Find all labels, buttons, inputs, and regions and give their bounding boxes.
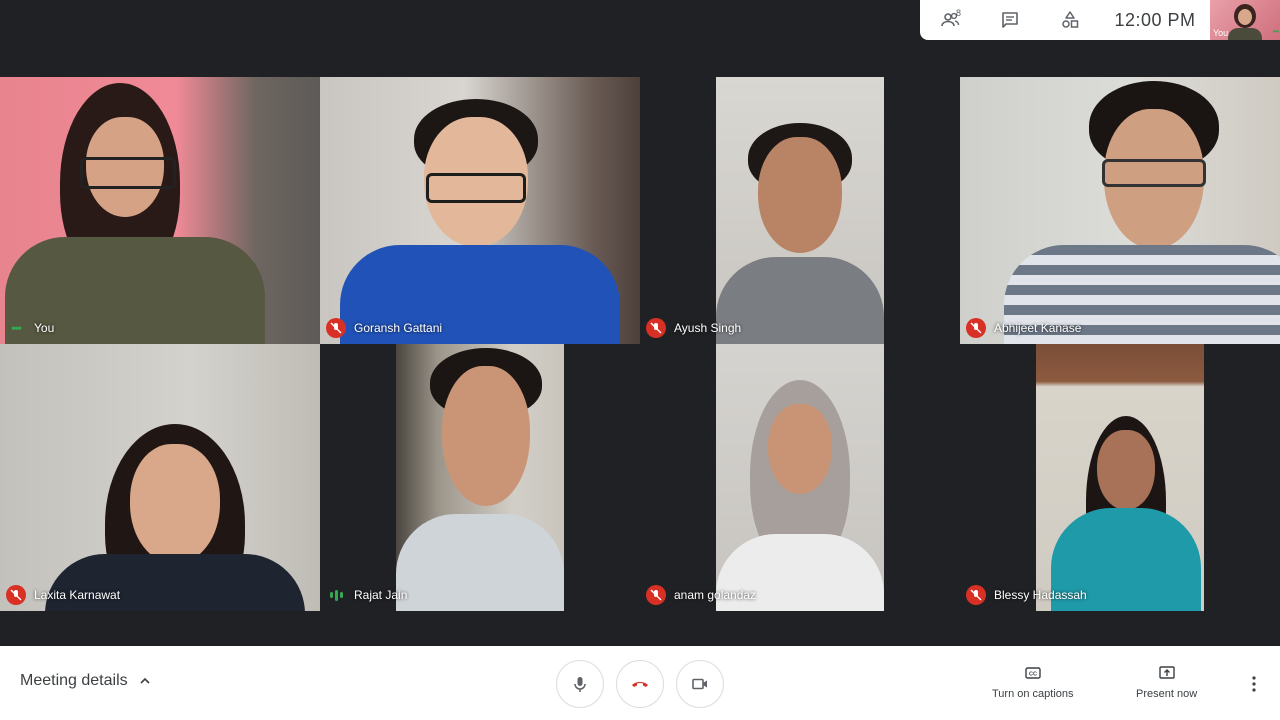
captions-label: Turn on captions bbox=[992, 688, 1074, 700]
present-now-label: Present now bbox=[1136, 688, 1198, 700]
participant-name: Blessy Hadassah bbox=[994, 588, 1087, 602]
participant-tile-goransh[interactable]: Goransh Gattani bbox=[320, 77, 640, 344]
participant-name: Laxita Karnawat bbox=[34, 588, 121, 602]
people-button[interactable]: 8 bbox=[920, 0, 980, 40]
participant-tile-abhijeet[interactable]: Abhijeet Kanase bbox=[960, 77, 1280, 344]
meeting-info-bar: 8 12:00 PM You ••• bbox=[920, 0, 1280, 40]
mic-off-icon bbox=[6, 585, 26, 605]
chat-button[interactable] bbox=[980, 0, 1040, 40]
more-options-button[interactable] bbox=[1242, 672, 1266, 696]
name-label-row: Blessy Hadassah bbox=[966, 585, 1087, 605]
present-screen-icon bbox=[1158, 666, 1175, 679]
participant-name: Abhijeet Kanase bbox=[994, 321, 1082, 335]
mic-off-icon bbox=[646, 318, 666, 338]
name-label-row: ••• You bbox=[6, 318, 54, 338]
self-view-label: You bbox=[1213, 28, 1229, 38]
microphone-button[interactable] bbox=[556, 660, 604, 708]
name-label-row: Rajat Jain bbox=[326, 585, 407, 605]
video-stage: ••• You Goransh Gattani Ayush Singh Abhi… bbox=[0, 0, 1280, 646]
activities-icon bbox=[1062, 11, 1079, 28]
svg-text:CC: CC bbox=[1029, 672, 1037, 678]
speaking-dots-icon: ••• bbox=[11, 321, 22, 335]
mic-off-icon bbox=[326, 318, 346, 338]
camera-button[interactable] bbox=[676, 660, 724, 708]
speaking-bars-icon bbox=[326, 585, 346, 605]
participant-video bbox=[442, 366, 530, 506]
participant-name: Rajat Jain bbox=[354, 588, 408, 602]
participant-tile-blessy[interactable]: Blessy Hadassah bbox=[960, 344, 1280, 611]
participant-tile-rajat[interactable]: Rajat Jain bbox=[320, 344, 640, 611]
mic-off-icon bbox=[646, 585, 666, 605]
closed-captions-icon: CC bbox=[1025, 667, 1041, 679]
mic-off-icon bbox=[966, 318, 986, 338]
name-label-row: Abhijeet Kanase bbox=[966, 318, 1081, 338]
name-label-row: Laxita Karnawat bbox=[6, 585, 120, 605]
present-now-button[interactable]: Present now bbox=[1136, 664, 1197, 700]
speaking-dots-icon: ••• bbox=[1272, 27, 1279, 36]
people-count-badge: 8 bbox=[956, 8, 962, 18]
participant-tile-anam[interactable]: anam golandaz bbox=[640, 344, 960, 611]
participant-tile-you[interactable]: ••• You bbox=[0, 77, 320, 344]
participant-tile-laxita[interactable]: Laxita Karnawat bbox=[0, 344, 320, 611]
participant-tile-ayush[interactable]: Ayush Singh bbox=[640, 77, 960, 344]
chevron-up-icon bbox=[140, 677, 150, 684]
self-view-thumbnail[interactable]: You ••• bbox=[1210, 0, 1280, 40]
clock-time: 12:00 PM bbox=[1114, 9, 1196, 30]
participant-name: You bbox=[34, 321, 55, 335]
participant-video bbox=[758, 137, 842, 253]
participant-name: Ayush Singh bbox=[674, 321, 742, 335]
activities-button[interactable] bbox=[1040, 0, 1100, 40]
participant-video bbox=[1097, 430, 1155, 510]
chat-icon bbox=[1002, 12, 1018, 28]
participant-video bbox=[768, 404, 832, 494]
meeting-details-label: Meeting details bbox=[20, 672, 128, 689]
participant-name: Goransh Gattani bbox=[354, 321, 443, 335]
captions-button[interactable]: CC Turn on captions bbox=[992, 664, 1074, 700]
mic-off-icon bbox=[966, 585, 986, 605]
meeting-details-button[interactable]: Meeting details bbox=[20, 672, 152, 690]
video-camera-icon bbox=[692, 678, 707, 690]
more-vert-icon bbox=[1252, 676, 1256, 692]
bottom-control-bar: Meeting details CC Turn on captions Pres… bbox=[0, 646, 1280, 720]
hang-up-icon bbox=[632, 682, 648, 687]
participant-video bbox=[130, 444, 220, 564]
name-label-row: anam golandaz bbox=[646, 585, 756, 605]
microphone-icon bbox=[574, 677, 586, 692]
end-call-button[interactable] bbox=[616, 660, 664, 708]
name-label-row: Ayush Singh bbox=[646, 318, 741, 338]
participant-name: anam golandaz bbox=[674, 588, 757, 602]
name-label-row: Goransh Gattani bbox=[326, 318, 442, 338]
